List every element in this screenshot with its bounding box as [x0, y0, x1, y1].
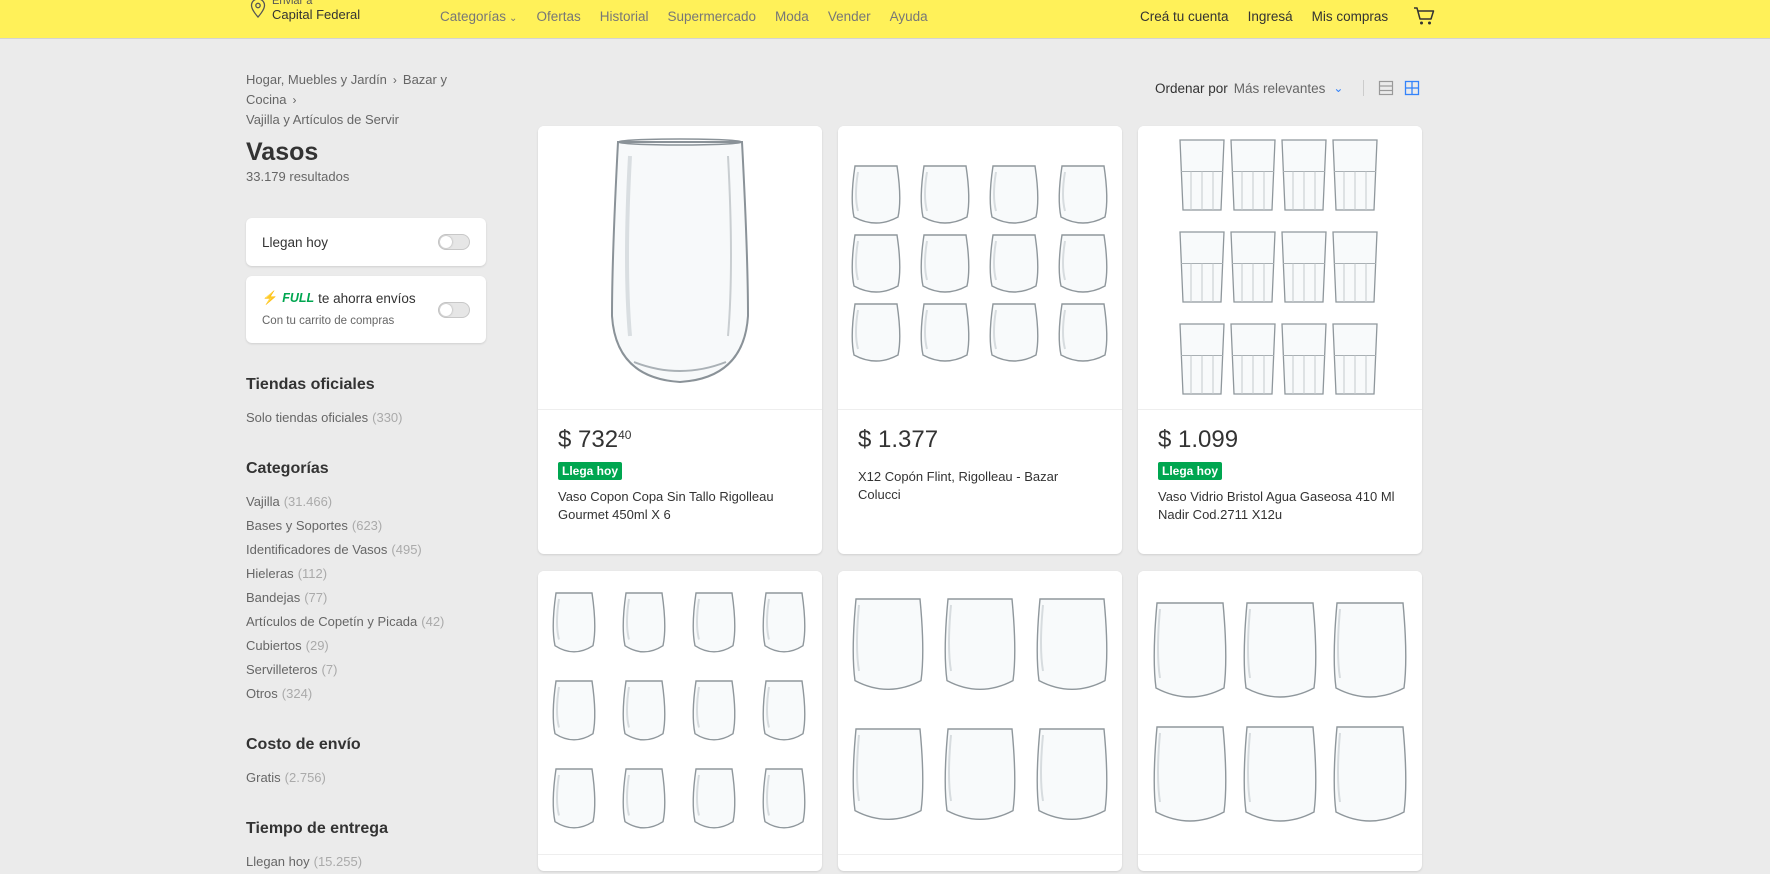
full-toggle[interactable]: [438, 302, 470, 318]
my-purchases-link[interactable]: Mis compras: [1312, 9, 1389, 24]
location-selector[interactable]: Enviar a Capital Federal: [250, 0, 360, 22]
full-text: te ahorra envíos: [318, 290, 416, 306]
filter-option[interactable]: Gratis (2.756): [246, 766, 486, 790]
product-image[interactable]: [838, 571, 1122, 855]
filters-sidebar: Hogar, Muebles y Jardín › Bazar y Cocina › …: [246, 70, 486, 874]
nav-vender[interactable]: Vender: [828, 9, 871, 24]
section-title: Categorías: [246, 460, 329, 477]
product-image[interactable]: [1138, 126, 1422, 410]
product-title[interactable]: X12 Copón Flint, Rigolleau - Bazar Coluc…: [858, 468, 1102, 504]
llega-hoy-badge: Llega hoy: [1158, 462, 1223, 480]
filter-option[interactable]: Llegan hoy (15.255): [246, 850, 486, 874]
section-costo-envio: Costo de envío Gratis (2.756): [246, 736, 486, 790]
filter-option[interactable]: Otros (324): [246, 682, 486, 706]
chevron-right-icon: ›: [392, 73, 397, 87]
filter-option[interactable]: Identificadores de Vasos (495): [246, 538, 486, 562]
chevron-down-icon[interactable]: ⌄: [1333, 81, 1343, 95]
nav-ofertas[interactable]: Ofertas: [536, 9, 580, 24]
filter-full[interactable]: ⚡ FULL te ahorra envíos Con tu carrito d…: [246, 276, 486, 343]
product-card[interactable]: [1138, 571, 1422, 871]
chevron-right-icon: ›: [292, 93, 297, 107]
product-card[interactable]: [838, 571, 1122, 871]
cart-icon[interactable]: [1413, 6, 1435, 26]
product-image[interactable]: [1138, 571, 1422, 855]
grid-view-icon[interactable]: [1404, 80, 1420, 96]
product-title[interactable]: Vaso Copon Copa Sin Tallo Rigolleau Gour…: [558, 488, 802, 524]
filter-option[interactable]: Solo tiendas oficiales (330): [246, 406, 486, 430]
breadcrumb-item[interactable]: Hogar, Muebles y Jardín: [246, 72, 387, 87]
user-nav: Creá tu cuenta Ingresá Mis compras: [1140, 9, 1388, 24]
filter-option[interactable]: Vajilla (31.466): [246, 490, 486, 514]
nav-historial[interactable]: Historial: [600, 9, 649, 24]
location-value: Capital Federal: [272, 7, 361, 22]
nav-categorias[interactable]: Categorías ⌄: [440, 9, 517, 24]
breadcrumb: Hogar, Muebles y Jardín › Bazar y Cocina › …: [246, 70, 486, 130]
product-price: $ 1.099: [1158, 426, 1239, 453]
product-image[interactable]: [838, 126, 1122, 410]
product-image[interactable]: [538, 571, 822, 855]
filter-option[interactable]: Servilleteros (7): [246, 658, 486, 682]
filter-option[interactable]: Bandejas (77): [246, 586, 486, 610]
filter-option[interactable]: Bases y Soportes (623): [246, 514, 486, 538]
filter-option[interactable]: Hieleras (112): [246, 562, 486, 586]
product-card[interactable]: $ 1.377 X12 Copón Flint, Rigolleau - Baz…: [838, 126, 1122, 554]
section-categorias: Categorías Vajilla (31.466) Bases y Sopor…: [246, 460, 486, 706]
nav-moda[interactable]: Moda: [775, 9, 809, 24]
breadcrumb-item[interactable]: Vajilla y Artículos de Servir: [246, 112, 399, 127]
chevron-down-icon: ⌄: [509, 13, 518, 24]
section-title: Costo de envío: [246, 736, 361, 753]
full-subtext: Con tu carrito de compras: [262, 315, 395, 327]
section-title: Tiempo de entrega: [246, 820, 388, 837]
nav-ayuda[interactable]: Ayuda: [890, 9, 928, 24]
filter-llegan-hoy[interactable]: Llegan hoy: [246, 218, 486, 266]
result-count: 33.179 resultados: [246, 169, 350, 184]
full-brand: FULL: [282, 291, 315, 305]
sort-dropdown[interactable]: Más relevantes: [1234, 81, 1326, 96]
llega-hoy-badge: Llega hoy: [558, 462, 623, 480]
sort-label: Ordenar por: [1155, 80, 1228, 96]
login-link[interactable]: Ingresá: [1248, 9, 1293, 24]
filter-label: Llegan hoy: [262, 235, 329, 250]
create-account-link[interactable]: Creá tu cuenta: [1140, 9, 1229, 24]
product-image[interactable]: [538, 126, 822, 410]
top-header: Enviar a Capital Federal Categorías ⌄ Ofe…: [0, 0, 1770, 38]
section-tiempo-entrega: Tiempo de entrega Llegan hoy (15.255): [246, 820, 486, 874]
bolt-icon: ⚡: [262, 290, 279, 305]
filter-option[interactable]: Artículos de Copetín y Picada (42): [246, 610, 486, 634]
main-nav: Categorías ⌄ Ofertas Historial Supermerca…: [440, 9, 928, 24]
product-price: $ 732 40: [558, 426, 632, 453]
llegan-hoy-toggle[interactable]: [438, 234, 470, 250]
product-card[interactable]: $ 732 40 Llega hoy Vaso Copon Copa Sin Ta…: [538, 126, 822, 554]
sort-bar: Ordenar por Más relevantes ⌄: [1155, 80, 1420, 96]
section-title: Tiendas oficiales: [246, 376, 375, 393]
filter-option[interactable]: Cubiertos (29): [246, 634, 486, 658]
product-title[interactable]: Vaso Vidrio Bristol Agua Gaseosa 410 Ml …: [1158, 488, 1402, 524]
page-title: Vasos: [246, 138, 319, 166]
section-tiendas-oficiales: Tiendas oficiales Solo tiendas oficiales…: [246, 376, 486, 430]
list-view-icon[interactable]: [1378, 80, 1394, 96]
product-card[interactable]: [538, 571, 822, 871]
product-price: $ 1.377: [858, 426, 939, 453]
location-pin-icon: [250, 0, 266, 18]
divider: [1363, 80, 1365, 96]
nav-supermercado[interactable]: Supermercado: [667, 9, 756, 24]
product-card[interactable]: $ 1.099 Llega hoy Vaso Vidrio Bristol Ag…: [1138, 126, 1422, 554]
